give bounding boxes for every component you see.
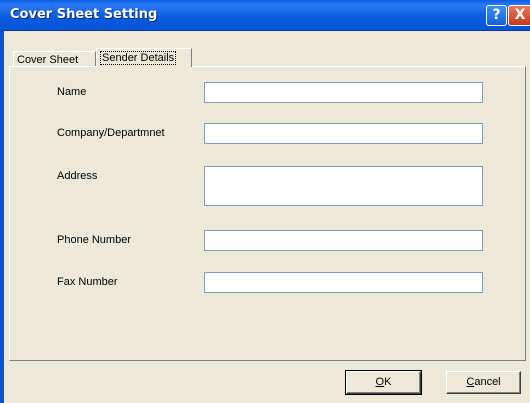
company-field[interactable] (204, 123, 483, 144)
ok-access-key: O (375, 376, 385, 388)
fax-label: Fax Number (57, 276, 118, 288)
ok-button[interactable]: OK (345, 370, 422, 395)
help-button[interactable]: ? (486, 5, 507, 26)
cancel-label-rest: ancel (474, 376, 501, 388)
sender-details-panel (9, 66, 526, 361)
close-icon: X (514, 7, 526, 23)
tab-cover-sheet-label: Cover Sheet (17, 54, 79, 66)
fax-field[interactable] (204, 272, 483, 293)
tab-sender-details-label: Sender Details (100, 51, 177, 65)
name-field[interactable] (204, 82, 483, 103)
tab-sender-details[interactable]: Sender Details (96, 48, 192, 67)
address-label: Address (57, 170, 98, 182)
company-label: Company/Departmnet (57, 127, 165, 139)
ok-label-rest: K (384, 376, 392, 388)
phone-field[interactable] (204, 230, 483, 251)
cancel-button[interactable]: Cancel (446, 371, 521, 394)
tab-cover-sheet[interactable]: Cover Sheet (13, 51, 96, 67)
address-field[interactable] (204, 166, 483, 206)
name-label: Name (57, 86, 87, 98)
window-border (0, 30, 4, 403)
close-button[interactable]: X (508, 5, 530, 26)
title-bar[interactable]: Cover Sheet Setting ? X (0, 0, 530, 31)
phone-label: Phone Number (57, 234, 131, 246)
help-icon: ? (492, 7, 501, 23)
window-title: Cover Sheet Setting (10, 7, 158, 22)
